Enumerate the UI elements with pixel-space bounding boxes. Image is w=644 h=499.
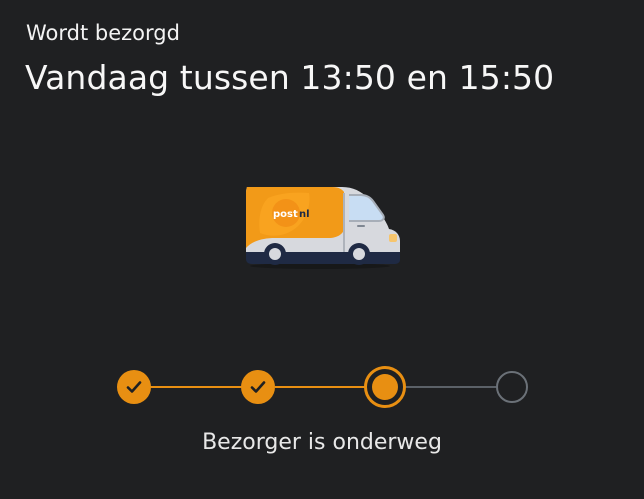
delivery-progress-tracker: [110, 364, 530, 410]
current-step-label: Bezorger is onderweg: [202, 430, 442, 455]
delivery-time-window: Vandaag tussen 13:50 en 15:50: [25, 58, 555, 97]
check-icon: [250, 381, 266, 393]
check-icon: [126, 381, 142, 393]
progress-step-2: [241, 370, 275, 404]
progress-step-3-current: [364, 366, 406, 408]
delivery-van-icon: post nl: [246, 187, 400, 269]
delivery-status-label: Wordt bezorgd: [26, 21, 180, 45]
progress-segment-3: [403, 386, 498, 388]
svg-text:post: post: [273, 209, 298, 220]
progress-step-1: [117, 370, 151, 404]
progress-step-4: [496, 371, 528, 403]
svg-text:nl: nl: [299, 209, 310, 220]
